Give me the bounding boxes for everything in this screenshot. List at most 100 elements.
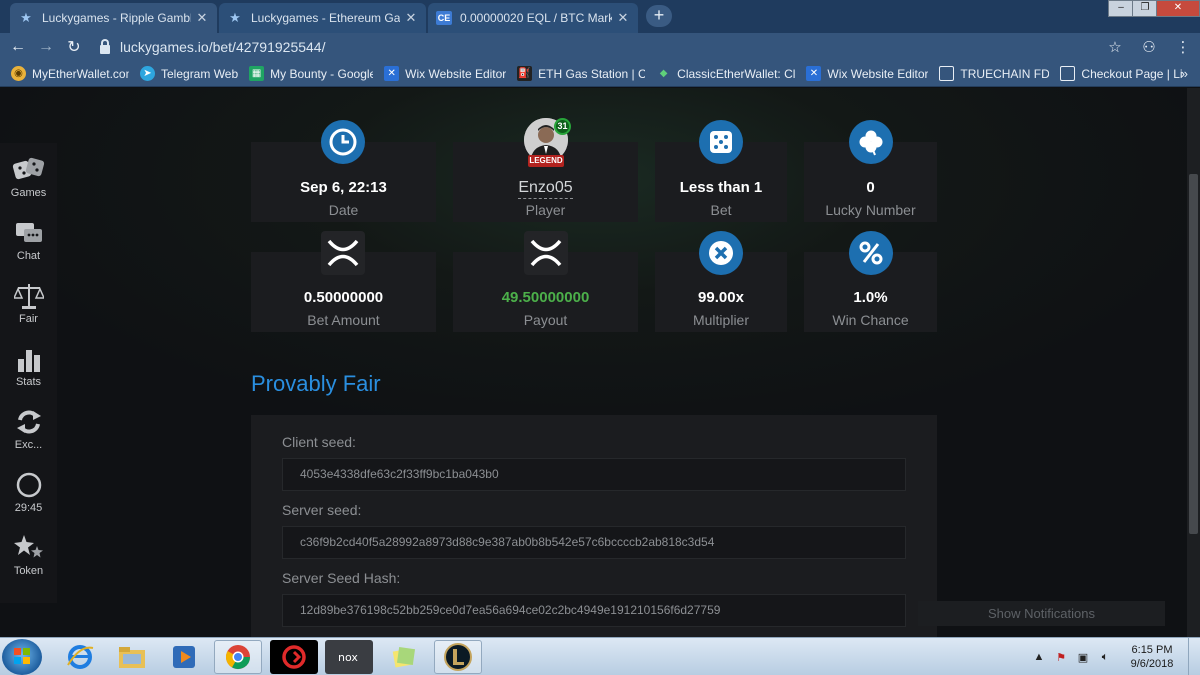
sidebar-item-label: Exc... <box>14 439 43 451</box>
clock-time: 6:15 PM <box>1131 644 1173 656</box>
forward-arrow-icon[interactable]: → <box>32 38 60 56</box>
sticky-notes-icon[interactable] <box>380 640 428 674</box>
sidebar-item-timer[interactable]: 29:45 <box>0 465 57 527</box>
bet-value: Less than 1 <box>679 179 763 196</box>
payout-label: Payout <box>523 312 568 328</box>
back-arrow-icon[interactable]: ← <box>4 38 32 56</box>
tab-ethereum-gambling[interactable]: ★ Luckygames - Ethereum Gamblin ✕ <box>219 3 426 33</box>
windows-taskbar: nox ▲ ⚑ ▣ 🔈︎ 6:15 PM 9/6/2018 <box>0 637 1200 675</box>
menu-icon[interactable]: ⋮ <box>1166 38 1200 56</box>
new-tab-button[interactable]: + <box>646 5 672 27</box>
bookmarks-bar: ◉ MyEtherWallet.com ➤ Telegram Web ▦ My … <box>0 61 1200 87</box>
scales-icon <box>0 276 57 310</box>
multiply-icon <box>699 231 743 275</box>
bookmark-my-bounty[interactable]: ▦ My Bounty - Google <box>249 66 373 81</box>
clock-date: 9/6/2018 <box>1130 658 1174 670</box>
ce-icon: CE <box>436 11 452 25</box>
garena-icon[interactable] <box>270 640 318 674</box>
server-seed-hash-label: Server Seed Hash: <box>282 570 401 586</box>
show-hidden-icons-icon[interactable]: ▲ <box>1028 651 1050 663</box>
sidebar-item-label: Stats <box>15 376 42 388</box>
dice-icon <box>0 150 57 184</box>
show-desktop-button[interactable] <box>1188 638 1200 675</box>
client-seed-field[interactable]: 4053e4338dfe63c2f33ff9bc1ba043b0 <box>282 458 906 491</box>
classic-ether-icon: ◆ <box>659 68 668 79</box>
myetherwallet-icon: ◉ <box>11 66 26 81</box>
bookmark-myetherwallet[interactable]: ◉ MyEtherWallet.com <box>11 66 129 81</box>
multiplier-label: Multiplier <box>692 312 749 328</box>
sidebar-item-token[interactable]: Token <box>0 528 57 590</box>
internet-explorer-icon[interactable] <box>56 640 104 674</box>
sidebar-item-stats[interactable]: Stats <box>0 339 57 401</box>
sidebar-item-label: 29:45 <box>14 502 43 514</box>
system-tray: ▲ ⚑ ▣ 🔈︎ 6:15 PM 9/6/2018 <box>1028 638 1200 675</box>
multiplier-value: 99.00x <box>698 289 744 306</box>
sidebar-item-label: Token <box>13 565 44 577</box>
bookmark-wix-editor-2[interactable]: ✕ Wix Website Editor <box>806 66 928 81</box>
payout-value: 49.50000000 <box>501 289 590 306</box>
server-seed-field[interactable]: c36f9b2cd40f5a28992a8973d88c9e387ab0b8b5… <box>282 526 906 559</box>
network-icon[interactable]: ▣ <box>1072 651 1094 664</box>
bookmark-classicetherwallet[interactable]: ◆ ClassicEtherWallet: Cl <box>656 66 796 81</box>
page-scrollbar[interactable] <box>1187 88 1200 637</box>
tab-ripple-gambling[interactable]: ★ Luckygames - Ripple Gambling, D ✕ <box>10 3 217 33</box>
eth-gas-icon: ⛽ <box>517 66 533 81</box>
chat-icon <box>0 213 57 247</box>
close-icon[interactable]: ✕ <box>404 10 418 26</box>
file-explorer-icon[interactable] <box>108 640 156 674</box>
player-name-link[interactable]: Enzo05 <box>518 179 573 199</box>
scrollbar-thumb[interactable] <box>1189 174 1198 534</box>
tab-title: 0.00000020 EQL / BTC Market | E <box>460 11 612 25</box>
sidebar-item-exchange[interactable]: Exc... <box>0 402 57 464</box>
sidebar-item-label: Games <box>10 187 47 199</box>
sidebar-item-games[interactable]: Games <box>0 150 57 212</box>
win-chance-value: 1.0% <box>853 289 888 306</box>
bet-amount-value: 0.50000000 <box>303 289 384 306</box>
wix-icon: ✕ <box>384 66 400 81</box>
bookmark-truechain[interactable]: TRUECHAIN FD <box>939 66 1049 81</box>
tab-eql-btc-market[interactable]: CE 0.00000020 EQL / BTC Market | E ✕ <box>428 3 638 33</box>
xrp-icon <box>321 231 365 275</box>
extension-icon[interactable]: ⚇ <box>1132 38 1166 56</box>
url-text: luckygames.io/bet/42791925544/ <box>120 39 326 55</box>
reload-icon[interactable]: ↻ <box>60 37 88 57</box>
taskbar-clock[interactable]: 6:15 PM 9/6/2018 <box>1116 643 1188 671</box>
more-bookmarks-icon[interactable]: » <box>1181 66 1188 81</box>
server-seed-label: Server seed: <box>282 502 362 518</box>
bookmark-checkout-page[interactable]: Checkout Page | Link <box>1060 66 1182 81</box>
nox-player-icon[interactable]: nox <box>325 640 373 674</box>
exchange-icon <box>0 402 57 436</box>
action-center-icon[interactable]: ⚑ <box>1050 651 1072 664</box>
bookmark-eth-gas-station[interactable]: ⛽ ETH Gas Station | Cor <box>517 66 645 81</box>
bookmark-label: Wix Website Editor <box>827 66 929 81</box>
browser-toolbar: ← → ↻ luckygames.io/bet/42791925544/ ☆ ⚇… <box>0 33 1200 61</box>
tab-title: Luckygames - Ripple Gambling, D <box>42 11 191 25</box>
bar-chart-icon <box>0 339 57 373</box>
sidebar-item-fair[interactable]: Fair <box>0 276 57 338</box>
maximize-button[interactable]: ❐ <box>1132 0 1158 17</box>
telegram-icon: ➤ <box>140 66 155 81</box>
show-notifications-button[interactable]: Show Notifications <box>918 601 1165 626</box>
address-bar[interactable]: luckygames.io/bet/42791925544/ <box>94 35 1134 59</box>
bookmark-wix-editor[interactable]: ✕ Wix Website Editor <box>384 66 506 81</box>
window-close-button[interactable]: ✕ <box>1156 0 1200 17</box>
sidebar-item-chat[interactable]: Chat <box>0 213 57 275</box>
bookmark-star-icon[interactable]: ☆ <box>1098 38 1132 56</box>
lucky-number-label: Lucky Number <box>825 202 916 218</box>
volume-icon[interactable]: 🔈︎ <box>1094 651 1116 664</box>
date-value: Sep 6, 22:13 <box>300 179 387 196</box>
bookmark-telegram[interactable]: ➤ Telegram Web <box>140 66 238 81</box>
win-chance-label: Win Chance <box>832 312 909 328</box>
media-player-icon[interactable] <box>160 640 208 674</box>
player-level-badge: 31 <box>554 118 571 135</box>
league-of-legends-icon[interactable] <box>434 640 482 674</box>
page-icon <box>939 66 955 81</box>
chrome-icon[interactable] <box>214 640 262 674</box>
start-button[interactable] <box>2 639 42 675</box>
legend-rank-badge: LEGEND <box>528 155 564 167</box>
minimize-button[interactable]: – <box>1108 0 1134 17</box>
close-icon[interactable]: ✕ <box>616 10 630 26</box>
server-seed-hash-field[interactable]: 12d89be376198c52bb259ce0d7ea56a694ce02c2… <box>282 594 906 627</box>
provably-fair-heading: Provably Fair <box>251 371 381 396</box>
close-icon[interactable]: ✕ <box>195 10 209 26</box>
